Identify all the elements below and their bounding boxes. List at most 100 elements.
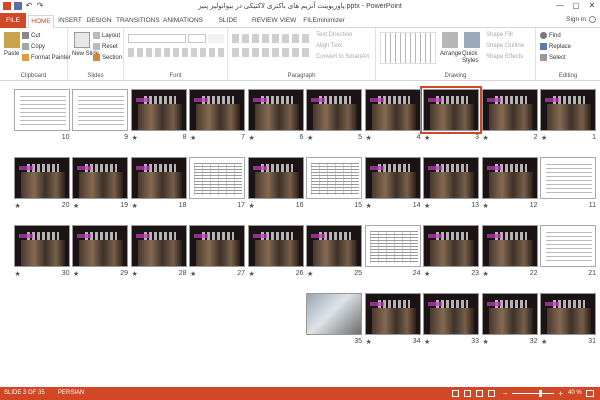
slide-show-view-icon[interactable] [488,390,495,397]
transition-star-icon[interactable]: ★ [483,338,489,346]
transition-star-icon[interactable]: ★ [483,134,489,142]
slide-preview[interactable] [364,293,421,335]
layout-button[interactable]: Layout [93,32,120,39]
slide-thumbnail[interactable]: 16 ★ [247,157,308,219]
transition-star-icon[interactable]: ★ [424,134,430,142]
slide-preview[interactable] [189,89,245,131]
select-button[interactable]: Select [540,54,566,61]
slide-thumbnail[interactable]: 17 [189,157,249,219]
feedback-smile-icon[interactable] [589,16,596,23]
tab-animations[interactable]: ANIMATIONS [162,15,204,27]
slide-preview[interactable] [247,157,304,199]
transition-star-icon[interactable]: ★ [541,338,547,346]
font-size-box[interactable] [188,34,206,43]
slide-thumbnail[interactable]: 11 [540,157,600,219]
slide-thumbnail[interactable]: 21 [540,225,600,287]
slide-thumbnail[interactable]: 15 [306,157,366,219]
slide-thumbnail[interactable]: 19 ★ [72,157,132,219]
slide-preview[interactable] [481,157,538,199]
slide-preview[interactable] [481,89,538,131]
slide-thumbnail[interactable]: 22 ★ [481,225,542,287]
slide-preview[interactable] [306,89,362,131]
slide-thumbnail[interactable]: 10 [13,89,74,151]
shapes-gallery[interactable] [380,32,436,64]
slide-sorter-view-icon[interactable] [464,390,471,397]
align-text-button[interactable]: Align Text [316,43,342,49]
slide-thumbnail[interactable]: 8 ★ [130,89,191,151]
reset-button[interactable]: Reset [93,43,118,50]
tab-transitions[interactable]: TRANSITIONS [116,15,160,27]
slide-preview[interactable] [13,89,70,131]
slide-thumbnail[interactable]: 14 ★ [364,157,425,219]
slide-thumbnail[interactable]: 4 ★ [364,89,425,151]
slide-thumbnail[interactable]: 33 ★ [423,293,483,355]
slide-preview[interactable] [306,225,362,267]
new-slide-icon[interactable] [74,32,90,48]
normal-view-icon[interactable] [452,390,459,397]
transition-star-icon[interactable]: ★ [424,338,430,346]
convert-smartart-button[interactable]: Convert to SmartArt [316,54,369,60]
tab-view[interactable]: VIEW [278,15,298,27]
transition-star-icon[interactable]: ★ [132,134,138,142]
slide-preview[interactable] [540,225,596,267]
format-painter-button[interactable]: Format Painter [22,54,71,61]
slide-thumbnail[interactable]: 9 [72,89,132,151]
tab-review[interactable]: REVIEW [252,15,278,27]
slide-thumbnail[interactable]: 12 ★ [481,157,542,219]
transition-star-icon[interactable]: ★ [541,134,547,142]
tab-insert[interactable]: INSERT [58,15,82,27]
slide-preview[interactable] [306,157,362,199]
list-indent-buttons[interactable] [232,34,312,43]
slide-preview[interactable] [72,157,128,199]
slide-thumbnail[interactable]: 23 ★ [423,225,483,287]
slide-preview[interactable] [72,225,128,267]
transition-star-icon[interactable]: ★ [190,270,196,278]
transition-star-icon[interactable]: ★ [249,202,255,210]
section-button[interactable]: Section [93,54,122,61]
shape-effects-button[interactable]: Shape Effects [486,54,523,60]
slide-thumbnail[interactable]: 7 ★ [189,89,249,151]
transition-star-icon[interactable]: ★ [483,202,489,210]
reading-view-icon[interactable] [476,390,483,397]
slide-thumbnail[interactable]: 25 ★ [306,225,366,287]
copy-button[interactable]: Copy [22,43,45,50]
slide-thumbnail[interactable]: 32 ★ [481,293,542,355]
transition-star-icon[interactable]: ★ [73,270,79,278]
zoom-knob[interactable] [538,390,542,397]
slide-thumbnail[interactable]: 18 ★ [130,157,191,219]
maximize-button[interactable]: ▢ [570,1,582,10]
slide-preview[interactable] [306,293,362,335]
transition-star-icon[interactable]: ★ [15,202,21,210]
language-indicator[interactable]: PERSIAN [58,390,84,396]
tab-home[interactable]: HOME [28,15,54,28]
transition-star-icon[interactable]: ★ [307,270,313,278]
slide-preview[interactable] [364,157,421,199]
slide-preview[interactable] [540,157,596,199]
quick-styles-icon[interactable] [464,32,480,48]
slide-thumbnail[interactable]: 31 ★ [540,293,600,355]
fit-slide-icon[interactable] [586,390,594,397]
grow-shrink-font[interactable] [208,34,224,43]
slide-thumbnail[interactable]: 30 ★ [13,225,74,287]
transition-star-icon[interactable]: ★ [366,202,372,210]
transition-star-icon[interactable]: ★ [483,270,489,278]
minimize-button[interactable]: — [554,1,566,10]
transition-star-icon[interactable]: ★ [366,134,372,142]
arrange-button[interactable]: Arrange [440,51,461,57]
replace-button[interactable]: Replace [540,43,571,50]
slide-thumbnail[interactable]: 3 ★ [420,86,483,151]
font-name-box[interactable] [128,34,186,43]
zoom-slider[interactable]: − + [503,389,563,398]
transition-star-icon[interactable]: ★ [366,338,372,346]
slide-thumbnail[interactable]: 6 ★ [247,89,308,151]
slide-preview[interactable] [423,157,479,199]
shape-outline-button[interactable]: Shape Outline [486,43,524,49]
slide-preview[interactable] [481,225,538,267]
slide-thumbnail[interactable]: 13 ★ [423,157,483,219]
slide-preview[interactable] [364,89,421,131]
slide-preview[interactable] [130,225,187,267]
slide-thumbnail[interactable]: 1 ★ [540,89,600,151]
slide-thumbnail[interactable]: 34 ★ [364,293,425,355]
slide-preview[interactable] [423,293,479,335]
find-button[interactable]: Find [540,32,561,39]
